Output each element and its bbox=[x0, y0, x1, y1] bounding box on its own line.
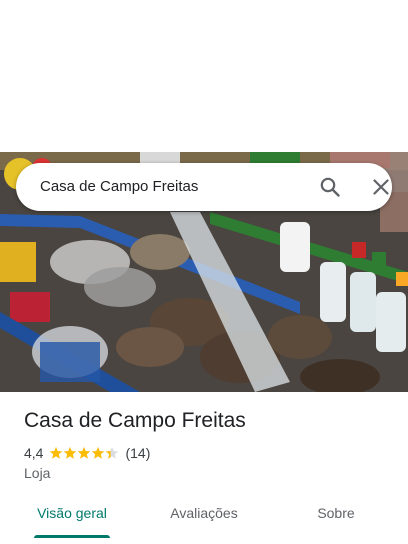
place-title: Casa de Campo Freitas bbox=[24, 409, 246, 432]
star-icon bbox=[78, 447, 91, 459]
tab-about[interactable]: Sobre bbox=[284, 494, 388, 534]
star-icon bbox=[64, 447, 77, 459]
close-icon[interactable] bbox=[369, 175, 393, 199]
star-icon bbox=[50, 447, 63, 459]
tab-overview[interactable]: Visão geral bbox=[20, 494, 124, 534]
star-icon bbox=[92, 447, 105, 459]
search-input[interactable]: Casa de Campo Freitas bbox=[40, 163, 198, 211]
place-category: Loja bbox=[24, 465, 51, 481]
rating-stars bbox=[49, 446, 119, 460]
search-bar[interactable]: Casa de Campo Freitas bbox=[16, 163, 392, 211]
active-tab-indicator bbox=[34, 535, 110, 538]
rating-value: 4,4 bbox=[24, 445, 44, 461]
search-icon[interactable] bbox=[318, 175, 342, 199]
star-icon bbox=[106, 447, 119, 459]
place-tabs: Visão geral Avaliações Sobre bbox=[0, 494, 408, 538]
review-count: (14) bbox=[125, 445, 151, 461]
tab-reviews[interactable]: Avaliações bbox=[152, 494, 256, 534]
rating-row[interactable]: 4,4 (14) bbox=[24, 445, 150, 461]
